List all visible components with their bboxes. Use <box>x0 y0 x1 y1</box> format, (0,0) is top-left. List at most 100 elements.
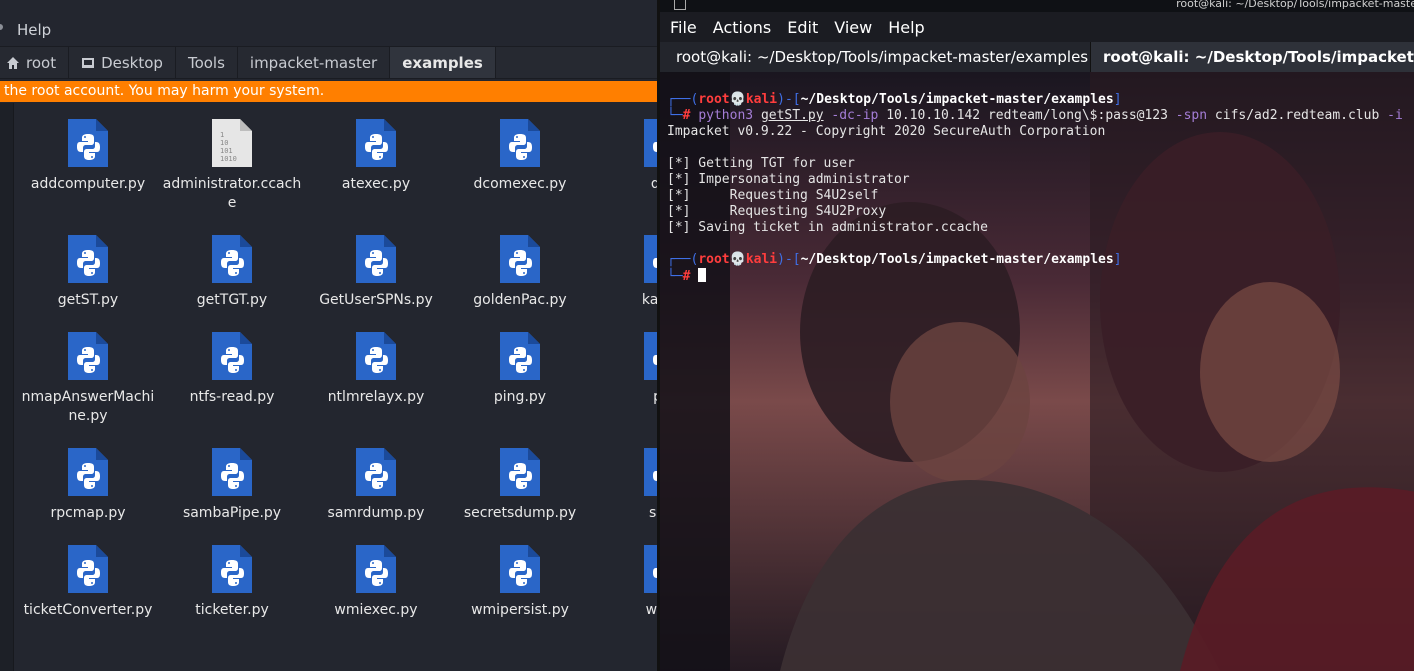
menu-file[interactable]: File <box>670 18 697 37</box>
python-file-icon <box>68 545 108 593</box>
output-line: [*] Impersonating administrator <box>667 172 910 187</box>
output-line: [*] Requesting S4U2self <box>667 188 879 203</box>
python-file-icon <box>356 119 396 167</box>
file-item[interactable]: addcomputer.py <box>18 117 158 194</box>
file-name: rpcmap.py <box>50 505 126 521</box>
python-file-icon <box>356 332 396 380</box>
python-file-icon <box>212 235 252 283</box>
python-file-icon <box>500 119 540 167</box>
menu-view[interactable]: View <box>834 18 872 37</box>
text-cursor <box>698 268 707 282</box>
file-name: ticketer.py <box>195 602 269 618</box>
file-name: getTGT.py <box>196 292 268 308</box>
svg-text:10: 10 <box>220 139 228 147</box>
window-icon <box>674 0 686 10</box>
svg-text:1: 1 <box>220 131 224 139</box>
file-name: wmipersist.py <box>471 602 569 618</box>
menu-actions[interactable]: Actions <box>713 18 771 37</box>
file-item[interactable]: atexec.py <box>306 117 446 194</box>
breadcrumb-desktop[interactable]: Desktop <box>69 47 176 78</box>
menu-edit[interactable]: Edit <box>787 18 818 37</box>
file-item[interactable]: sambaPipe.py <box>162 446 302 523</box>
menu-help[interactable]: Help <box>17 21 51 39</box>
file-item[interactable]: getTGT.py <box>162 233 302 310</box>
python-file-icon <box>644 119 657 167</box>
sidebar-edge <box>0 103 14 671</box>
python-file-icon <box>212 545 252 593</box>
file-item[interactable]: ntfs-read.py <box>162 330 302 407</box>
file-name: wmic <box>645 602 657 618</box>
file-item[interactable]: getST.py <box>18 233 158 310</box>
python-file-icon <box>356 448 396 496</box>
file-item[interactable]: ticketer.py <box>162 543 302 620</box>
python-file-icon <box>500 235 540 283</box>
file-item[interactable]: rpcmap.py <box>18 446 158 523</box>
prompt-line-2: ┌──(root💀kali)-[~/Desktop/Tools/impacket… <box>667 252 1122 267</box>
file-name: dcomexec.py <box>473 176 567 192</box>
python-file-icon <box>644 545 657 593</box>
menu-help[interactable]: Help <box>888 18 924 37</box>
desktop-icon <box>81 56 95 70</box>
output-line: [*] Saving ticket in administrator.ccach… <box>667 220 988 235</box>
menu-dot-icon <box>0 24 3 30</box>
file-name: goldenPac.py <box>473 292 567 308</box>
file-item[interactable]: ntlmrelayx.py <box>306 330 446 407</box>
file-item[interactable]: goldenPac.py <box>450 233 590 310</box>
python-file-icon <box>356 545 396 593</box>
file-manager-window: Help root Desktop Tools impacket-master … <box>0 0 657 671</box>
terminal-titlebar: root@kali: ~/Desktop/Tools/impacket-mast… <box>660 0 1414 12</box>
file-item[interactable]: 1 10 101 1010 administrator.ccache <box>162 117 302 213</box>
file-name: karma <box>641 292 657 308</box>
file-name: ntlmrelayx.py <box>327 389 425 405</box>
breadcrumb-impacket-master[interactable]: impacket-master <box>238 47 391 78</box>
svg-text:1010: 1010 <box>220 155 237 163</box>
tab-terminal-1[interactable]: root@kali: ~/Desktop/Tools/impacket-mast… <box>660 42 1091 72</box>
breadcrumb-examples[interactable]: examples <box>390 47 496 78</box>
file-name: nmapAnswerMachine.py <box>21 389 155 424</box>
python-file-icon <box>644 235 657 283</box>
file-name: pin <box>594 388 657 407</box>
file-manager-menubar: Help <box>0 14 657 44</box>
terminal-menubar: File Actions Edit View Help <box>660 12 1414 42</box>
python-file-icon <box>68 235 108 283</box>
output-line: Impacket v0.9.22 - Copyright 2020 Secure… <box>667 124 1106 139</box>
command-line: └─# python3 getST.py -dc-ip 10.10.10.142… <box>667 108 1403 123</box>
file-grid: addcomputer.py 1 10 101 1010 administrat… <box>0 103 657 671</box>
file-name: secretsdump.py <box>463 505 577 521</box>
file-item[interactable]: dcomexec.py <box>450 117 590 194</box>
output-line: [*] Requesting S4U2Proxy <box>667 204 887 219</box>
file-name: dpa <box>650 176 657 192</box>
input-line[interactable]: └─# <box>667 268 707 284</box>
python-file-icon <box>68 448 108 496</box>
prompt-line-1: ┌──(root💀kali)-[~/Desktop/Tools/impacket… <box>667 92 1122 107</box>
output-line: [*] Getting TGT for user <box>667 156 855 171</box>
file-item[interactable]: serv <box>594 446 657 523</box>
python-file-icon <box>356 235 396 283</box>
file-item[interactable]: karma <box>594 233 657 310</box>
python-file-icon <box>500 545 540 593</box>
breadcrumb-tools[interactable]: Tools <box>176 47 238 78</box>
breadcrumb: root Desktop Tools impacket-master examp… <box>0 46 657 79</box>
file-item[interactable]: ticketConverter.py <box>18 543 158 620</box>
file-item[interactable]: secretsdump.py <box>450 446 590 523</box>
file-item[interactable]: dpa <box>594 117 657 194</box>
file-item[interactable]: ping.py <box>450 330 590 407</box>
file-item[interactable]: wmipersist.py <box>450 543 590 620</box>
tab-terminal-2[interactable]: root@kali: ~/Desktop/Tools/impacket-mast… <box>1091 42 1414 72</box>
binary-file-icon: 1 10 101 1010 <box>212 119 252 167</box>
file-name: getST.py <box>57 292 119 308</box>
terminal-output[interactable]: ┌──(root💀kali)-[~/Desktop/Tools/impacket… <box>667 92 1414 285</box>
file-item[interactable]: wmiexec.py <box>306 543 446 620</box>
file-item[interactable]: samrdump.py <box>306 446 446 523</box>
python-file-icon <box>68 332 108 380</box>
file-name: ticketConverter.py <box>23 602 153 618</box>
root-warning-banner: the root account. You may harm your syst… <box>0 81 657 102</box>
file-item[interactable]: wmic <box>594 543 657 620</box>
python-file-icon <box>500 448 540 496</box>
python-file-icon <box>500 332 540 380</box>
file-item[interactable]: nmapAnswerMachine.py <box>18 330 158 426</box>
breadcrumb-root[interactable]: root <box>0 47 70 78</box>
file-name: ping.py <box>493 389 547 405</box>
file-item[interactable]: pin <box>594 330 657 407</box>
file-item[interactable]: GetUserSPNs.py <box>306 233 446 310</box>
